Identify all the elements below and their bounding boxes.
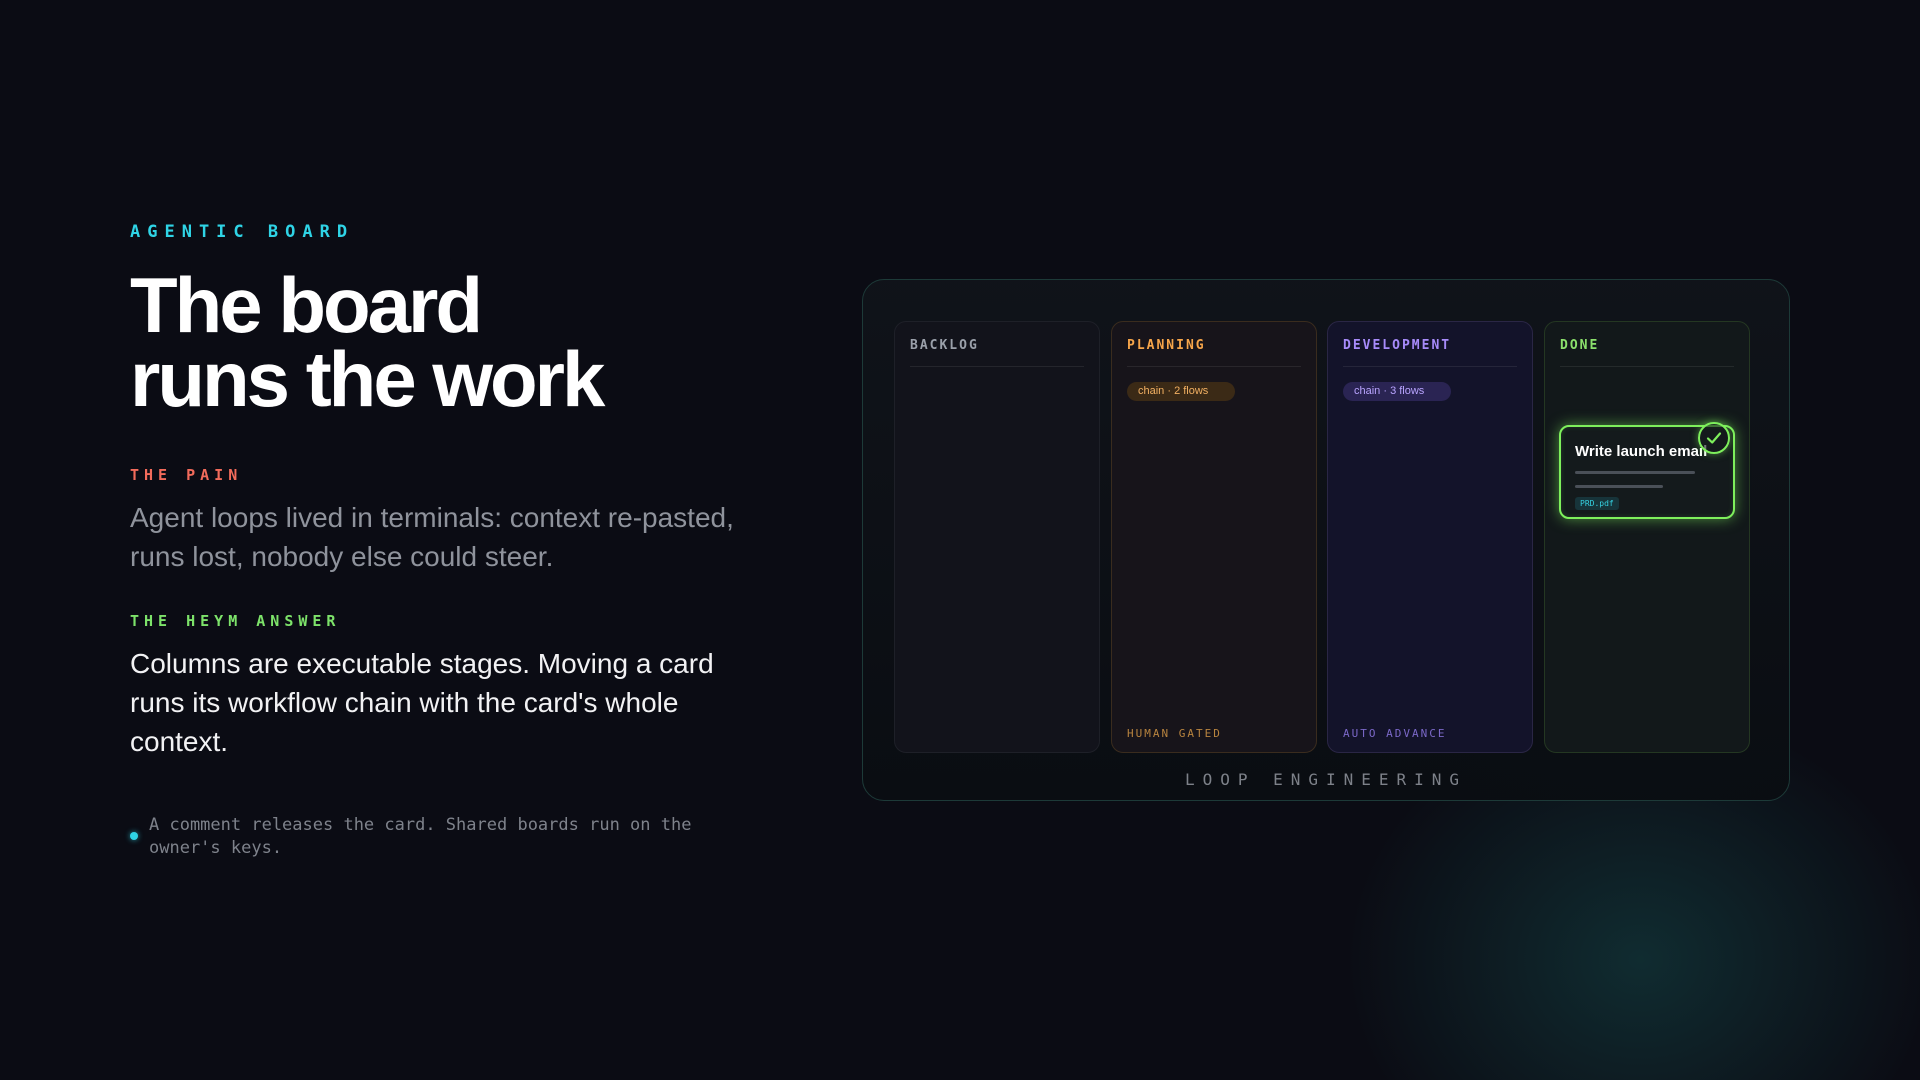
column-footer: AUTO ADVANCE [1343,727,1447,740]
column-title: DEVELOPMENT [1343,338,1452,353]
eyebrow-label: AGENTIC BOARD [130,222,355,242]
column-development: DEVELOPMENT chain · 3 flows AUTO ADVANCE [1327,321,1533,753]
pain-text: Agent loops lived in terminals: context … [130,502,734,572]
column-title: DONE [1560,338,1600,353]
check-circle-icon [1698,422,1730,454]
footnote-text: A comment releases the card. Shared boar… [149,815,692,858]
column-title: PLANNING [1127,338,1206,353]
pain-label: THE PAIN [130,466,243,484]
kanban-board-panel: BACKLOG PLANNING chain · 2 flows HUMAN G… [862,279,1790,801]
column-divider [1127,366,1301,367]
column-planning: PLANNING chain · 2 flows HUMAN GATED [1111,321,1317,753]
footnote: A comment releases the card. Shared boar… [130,814,770,860]
column-divider [910,366,1084,367]
slide: AGENTIC BOARD The board runs the work TH… [0,0,1920,1080]
page-title: The board runs the work [130,261,770,423]
task-card-title: Write launch email [1575,443,1708,460]
checkmark-icon [1706,432,1722,444]
task-card[interactable]: Write launch email PRD.pdf [1559,422,1735,519]
answer-label: THE HEYM ANSWER [130,612,341,630]
column-divider [1560,366,1734,367]
chain-chip: chain · 2 flows [1127,382,1235,401]
column-divider [1343,366,1517,367]
column-footer: HUMAN GATED [1127,727,1222,740]
hero-section: AGENTIC BOARD The board runs the work TH… [130,222,770,761]
column-backlog: BACKLOG [894,321,1100,753]
headline-line-1: The board [130,261,483,349]
bullet-dot-icon [130,832,138,840]
board-caption: LOOP ENGINEERING [1184,770,1468,789]
column-title: BACKLOG [910,338,979,353]
task-card-placeholder-line [1575,485,1663,488]
headline-line-2: runs the work [130,335,605,423]
attachment-tag: PRD.pdf [1575,497,1619,510]
column-done: DONE Write launch email PRD.pdf [1544,321,1750,753]
answer-text: Columns are executable stages. Moving a … [130,648,714,757]
task-card-placeholder-line [1575,471,1695,474]
chain-chip: chain · 3 flows [1343,382,1451,401]
